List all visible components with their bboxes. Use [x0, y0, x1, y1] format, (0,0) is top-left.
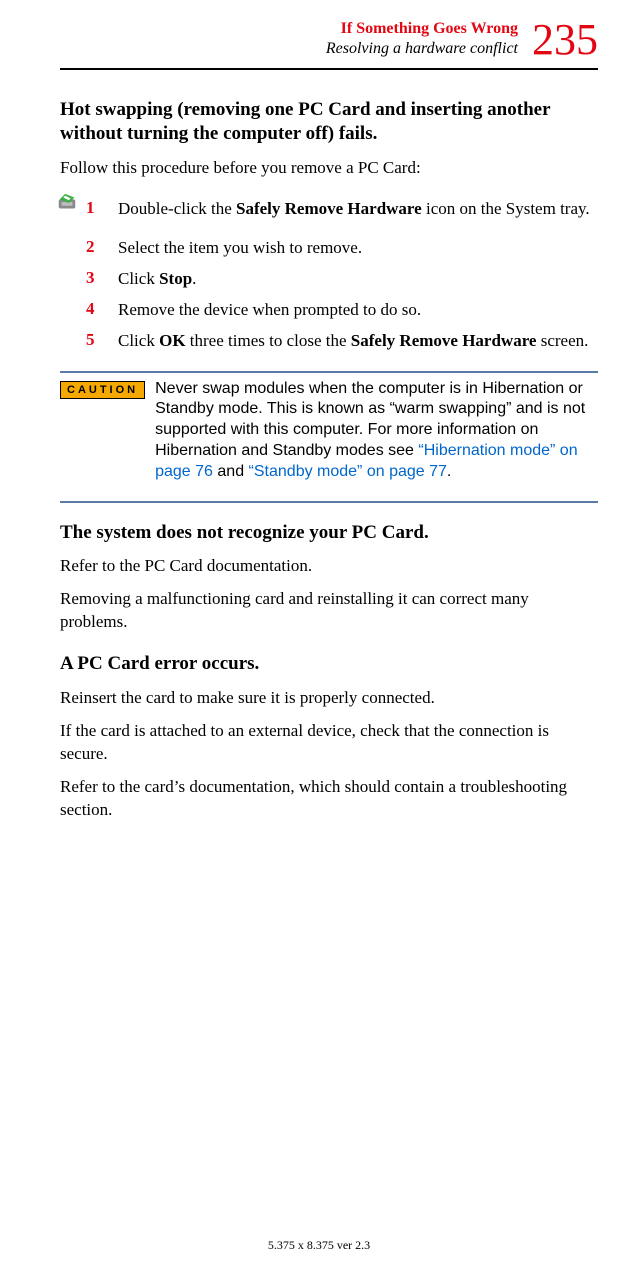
page-header: If Something Goes Wrong Resolving a hard…: [60, 20, 598, 60]
step-4-text: Remove the device when prompted to do so…: [118, 299, 598, 322]
caution-text: Never swap modules when the computer is …: [155, 379, 598, 483]
step-3-bold: Stop: [159, 269, 192, 288]
caution-post: .: [447, 463, 451, 480]
step-5-post: screen.: [536, 331, 588, 350]
step-1-pre: Double-click the: [118, 199, 236, 218]
header-rule: [60, 68, 598, 70]
step-5-bold1: OK: [159, 331, 185, 350]
step-3-post: .: [192, 269, 196, 288]
step-3-text: Click Stop.: [118, 268, 598, 291]
not-recognize-heading-text: The system does not recognize your PC Ca…: [60, 522, 424, 543]
hotswap-heading-text: Hot swapping (removing one PC Card and i…: [60, 99, 550, 145]
standby-link[interactable]: “Standby mode” on page 77: [249, 463, 447, 480]
hotswap-heading: Hot swapping (removing one PC Card and i…: [60, 98, 598, 147]
step-1-bold: Safely Remove Hardware: [236, 199, 422, 218]
step-2-text: Select the item you wish to remove.: [118, 237, 598, 260]
not-recognize-heading: The system does not recognize your PC Ca…: [60, 521, 598, 546]
step-3-pre: Click: [118, 269, 159, 288]
step-5-pre: Click: [118, 331, 159, 350]
step-5-num: 5: [86, 330, 100, 350]
safely-remove-hardware-icon: [56, 192, 78, 214]
step-1-num: 1: [86, 198, 100, 218]
not-recognize-p2: Removing a malfunctioning card and reins…: [60, 588, 598, 634]
step-1: 1 Double-click the Safely Remove Hardwar…: [86, 198, 590, 221]
step-5: 5 Click OK three times to close the Safe…: [86, 330, 598, 353]
step-2-num: 2: [86, 237, 100, 257]
step-4-num: 4: [86, 299, 100, 319]
step-5-mid: three times to close the: [186, 331, 351, 350]
error-p2: If the card is attached to an external d…: [60, 720, 598, 766]
step-3: 3 Click Stop.: [86, 268, 598, 291]
chapter-title: If Something Goes Wrong: [326, 20, 518, 38]
step-5-text: Click OK three times to close the Safely…: [118, 330, 598, 353]
step-1-row: 1 Double-click the Safely Remove Hardwar…: [56, 190, 598, 229]
page: If Something Goes Wrong Resolving a hard…: [0, 0, 638, 1271]
step-5-bold2: Safely Remove Hardware: [351, 331, 537, 350]
error-heading: A PC Card error occurs.: [60, 652, 598, 677]
hotswap-intro: Follow this procedure before you remove …: [60, 157, 598, 180]
error-p3: Refer to the card’s documentation, which…: [60, 776, 598, 822]
step-2: 2 Select the item you wish to remove.: [86, 237, 598, 260]
footer-text: 5.375 x 8.375 ver 2.3: [0, 1238, 638, 1253]
header-titles: If Something Goes Wrong Resolving a hard…: [326, 20, 518, 58]
section-title: Resolving a hardware conflict: [326, 40, 518, 58]
caution-rule-bottom: [60, 501, 598, 503]
page-number: 235: [532, 20, 598, 60]
step-1-text: Double-click the Safely Remove Hardware …: [118, 198, 590, 221]
caution-mid: and: [213, 463, 249, 480]
step-1-post: icon on the System tray.: [422, 199, 590, 218]
not-recognize-p1: Refer to the PC Card documentation.: [60, 555, 598, 578]
content: Hot swapping (removing one PC Card and i…: [60, 98, 598, 822]
caution-label: CAUTION: [60, 381, 145, 399]
step-4: 4 Remove the device when prompted to do …: [86, 299, 598, 322]
caution-box: CAUTION Never swap modules when the comp…: [60, 379, 598, 483]
caution-rule-top: [60, 371, 598, 373]
step-3-num: 3: [86, 268, 100, 288]
error-p1: Reinsert the card to make sure it is pro…: [60, 687, 598, 710]
